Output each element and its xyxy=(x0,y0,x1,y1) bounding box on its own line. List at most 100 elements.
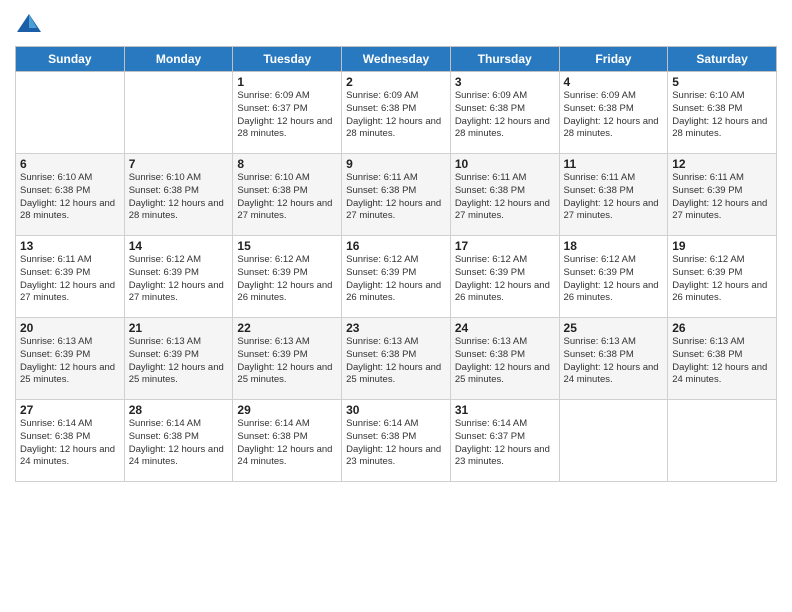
day-cell: 7Sunrise: 6:10 AM Sunset: 6:38 PM Daylig… xyxy=(124,154,233,236)
logo-icon xyxy=(15,10,43,38)
day-cell: 14Sunrise: 6:12 AM Sunset: 6:39 PM Dayli… xyxy=(124,236,233,318)
day-info: Sunrise: 6:14 AM Sunset: 6:38 PM Dayligh… xyxy=(20,418,120,469)
day-info: Sunrise: 6:14 AM Sunset: 6:38 PM Dayligh… xyxy=(346,418,446,469)
page: SundayMondayTuesdayWednesdayThursdayFrid… xyxy=(0,0,792,612)
week-row-2: 13Sunrise: 6:11 AM Sunset: 6:39 PM Dayli… xyxy=(16,236,777,318)
day-cell xyxy=(124,72,233,154)
week-row-4: 27Sunrise: 6:14 AM Sunset: 6:38 PM Dayli… xyxy=(16,400,777,482)
day-number: 2 xyxy=(346,75,446,89)
day-info: Sunrise: 6:14 AM Sunset: 6:38 PM Dayligh… xyxy=(129,418,229,469)
day-cell: 28Sunrise: 6:14 AM Sunset: 6:38 PM Dayli… xyxy=(124,400,233,482)
day-info: Sunrise: 6:12 AM Sunset: 6:39 PM Dayligh… xyxy=(455,254,555,305)
day-cell xyxy=(16,72,125,154)
day-cell: 3Sunrise: 6:09 AM Sunset: 6:38 PM Daylig… xyxy=(450,72,559,154)
day-info: Sunrise: 6:12 AM Sunset: 6:39 PM Dayligh… xyxy=(672,254,772,305)
day-cell: 19Sunrise: 6:12 AM Sunset: 6:39 PM Dayli… xyxy=(668,236,777,318)
day-number: 29 xyxy=(237,403,337,417)
day-cell: 8Sunrise: 6:10 AM Sunset: 6:38 PM Daylig… xyxy=(233,154,342,236)
day-cell: 31Sunrise: 6:14 AM Sunset: 6:37 PM Dayli… xyxy=(450,400,559,482)
day-info: Sunrise: 6:11 AM Sunset: 6:38 PM Dayligh… xyxy=(564,172,664,223)
day-cell: 1Sunrise: 6:09 AM Sunset: 6:37 PM Daylig… xyxy=(233,72,342,154)
calendar: SundayMondayTuesdayWednesdayThursdayFrid… xyxy=(15,46,777,482)
day-info: Sunrise: 6:09 AM Sunset: 6:37 PM Dayligh… xyxy=(237,90,337,141)
day-number: 21 xyxy=(129,321,229,335)
day-cell: 26Sunrise: 6:13 AM Sunset: 6:38 PM Dayli… xyxy=(668,318,777,400)
day-number: 8 xyxy=(237,157,337,171)
weekday-header-row: SundayMondayTuesdayWednesdayThursdayFrid… xyxy=(16,47,777,72)
day-info: Sunrise: 6:14 AM Sunset: 6:37 PM Dayligh… xyxy=(455,418,555,469)
day-number: 13 xyxy=(20,239,120,253)
day-info: Sunrise: 6:14 AM Sunset: 6:38 PM Dayligh… xyxy=(237,418,337,469)
day-number: 26 xyxy=(672,321,772,335)
day-cell: 27Sunrise: 6:14 AM Sunset: 6:38 PM Dayli… xyxy=(16,400,125,482)
day-info: Sunrise: 6:11 AM Sunset: 6:38 PM Dayligh… xyxy=(455,172,555,223)
weekday-header-wednesday: Wednesday xyxy=(342,47,451,72)
day-cell: 4Sunrise: 6:09 AM Sunset: 6:38 PM Daylig… xyxy=(559,72,668,154)
day-number: 10 xyxy=(455,157,555,171)
day-cell: 21Sunrise: 6:13 AM Sunset: 6:39 PM Dayli… xyxy=(124,318,233,400)
week-row-1: 6Sunrise: 6:10 AM Sunset: 6:38 PM Daylig… xyxy=(16,154,777,236)
week-row-0: 1Sunrise: 6:09 AM Sunset: 6:37 PM Daylig… xyxy=(16,72,777,154)
day-number: 27 xyxy=(20,403,120,417)
weekday-header-saturday: Saturday xyxy=(668,47,777,72)
day-info: Sunrise: 6:10 AM Sunset: 6:38 PM Dayligh… xyxy=(237,172,337,223)
day-number: 24 xyxy=(455,321,555,335)
day-cell: 11Sunrise: 6:11 AM Sunset: 6:38 PM Dayli… xyxy=(559,154,668,236)
day-cell: 16Sunrise: 6:12 AM Sunset: 6:39 PM Dayli… xyxy=(342,236,451,318)
day-cell: 20Sunrise: 6:13 AM Sunset: 6:39 PM Dayli… xyxy=(16,318,125,400)
day-number: 28 xyxy=(129,403,229,417)
day-number: 9 xyxy=(346,157,446,171)
day-cell: 25Sunrise: 6:13 AM Sunset: 6:38 PM Dayli… xyxy=(559,318,668,400)
day-cell: 10Sunrise: 6:11 AM Sunset: 6:38 PM Dayli… xyxy=(450,154,559,236)
day-number: 31 xyxy=(455,403,555,417)
weekday-header-sunday: Sunday xyxy=(16,47,125,72)
day-number: 14 xyxy=(129,239,229,253)
day-number: 17 xyxy=(455,239,555,253)
day-number: 1 xyxy=(237,75,337,89)
day-info: Sunrise: 6:11 AM Sunset: 6:39 PM Dayligh… xyxy=(20,254,120,305)
day-cell xyxy=(668,400,777,482)
day-cell: 12Sunrise: 6:11 AM Sunset: 6:39 PM Dayli… xyxy=(668,154,777,236)
day-cell: 6Sunrise: 6:10 AM Sunset: 6:38 PM Daylig… xyxy=(16,154,125,236)
day-info: Sunrise: 6:13 AM Sunset: 6:38 PM Dayligh… xyxy=(455,336,555,387)
day-info: Sunrise: 6:11 AM Sunset: 6:38 PM Dayligh… xyxy=(346,172,446,223)
day-info: Sunrise: 6:09 AM Sunset: 6:38 PM Dayligh… xyxy=(564,90,664,141)
day-cell: 29Sunrise: 6:14 AM Sunset: 6:38 PM Dayli… xyxy=(233,400,342,482)
day-info: Sunrise: 6:12 AM Sunset: 6:39 PM Dayligh… xyxy=(346,254,446,305)
day-number: 20 xyxy=(20,321,120,335)
day-number: 19 xyxy=(672,239,772,253)
day-info: Sunrise: 6:13 AM Sunset: 6:38 PM Dayligh… xyxy=(346,336,446,387)
day-number: 12 xyxy=(672,157,772,171)
day-number: 3 xyxy=(455,75,555,89)
day-info: Sunrise: 6:12 AM Sunset: 6:39 PM Dayligh… xyxy=(564,254,664,305)
weekday-header-thursday: Thursday xyxy=(450,47,559,72)
day-number: 11 xyxy=(564,157,664,171)
day-info: Sunrise: 6:10 AM Sunset: 6:38 PM Dayligh… xyxy=(672,90,772,141)
day-cell: 2Sunrise: 6:09 AM Sunset: 6:38 PM Daylig… xyxy=(342,72,451,154)
day-number: 5 xyxy=(672,75,772,89)
day-info: Sunrise: 6:10 AM Sunset: 6:38 PM Dayligh… xyxy=(20,172,120,223)
day-number: 18 xyxy=(564,239,664,253)
day-cell: 18Sunrise: 6:12 AM Sunset: 6:39 PM Dayli… xyxy=(559,236,668,318)
day-cell: 22Sunrise: 6:13 AM Sunset: 6:39 PM Dayli… xyxy=(233,318,342,400)
day-cell: 17Sunrise: 6:12 AM Sunset: 6:39 PM Dayli… xyxy=(450,236,559,318)
week-row-3: 20 Sunrise: 6:13 AM Sunset: 6:39 PM Dayli… xyxy=(16,318,777,400)
day-info: Sunrise: 6:13 AM Sunset: 6:38 PM Dayligh… xyxy=(672,336,772,387)
day-cell: 9Sunrise: 6:11 AM Sunset: 6:38 PM Daylig… xyxy=(342,154,451,236)
day-info: Sunrise: 6:13 AM Sunset: 6:39 PM Dayligh… xyxy=(129,336,229,387)
weekday-header-monday: Monday xyxy=(124,47,233,72)
weekday-header-tuesday: Tuesday xyxy=(233,47,342,72)
day-info: Sunrise: 6:12 AM Sunset: 6:39 PM Dayligh… xyxy=(237,254,337,305)
day-info: Sunrise: 6:11 AM Sunset: 6:39 PM Dayligh… xyxy=(672,172,772,223)
day-number: 23 xyxy=(346,321,446,335)
day-cell: 24Sunrise: 6:13 AM Sunset: 6:38 PM Dayli… xyxy=(450,318,559,400)
day-number: 7 xyxy=(129,157,229,171)
weekday-header-friday: Friday xyxy=(559,47,668,72)
day-number: 4 xyxy=(564,75,664,89)
day-cell: 23Sunrise: 6:13 AM Sunset: 6:38 PM Dayli… xyxy=(342,318,451,400)
day-info: Sunrise: 6:12 AM Sunset: 6:39 PM Dayligh… xyxy=(129,254,229,305)
day-cell: 15Sunrise: 6:12 AM Sunset: 6:39 PM Dayli… xyxy=(233,236,342,318)
day-cell: 30Sunrise: 6:14 AM Sunset: 6:38 PM Dayli… xyxy=(342,400,451,482)
header xyxy=(15,10,777,38)
day-number: 15 xyxy=(237,239,337,253)
